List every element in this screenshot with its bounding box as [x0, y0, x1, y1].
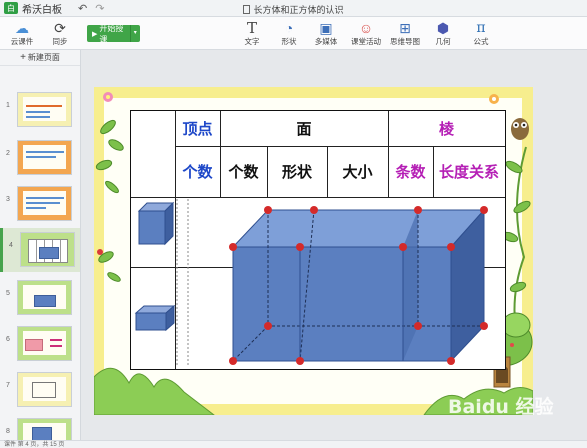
cloud-icon: ☁	[15, 20, 29, 36]
vertex-header: 顶点	[182, 120, 213, 138]
table-grid-line	[131, 267, 505, 268]
thumbnail-image	[17, 186, 72, 221]
geometry-label: 几何	[435, 37, 451, 46]
page-number: 5	[6, 290, 10, 297]
start-teaching-label: 开始授课	[99, 23, 124, 44]
play-icon: ▶	[92, 30, 98, 38]
shape-icon: ◔	[284, 20, 294, 36]
class-activity-label: 课堂活动	[351, 37, 381, 46]
table-grid-line	[131, 197, 505, 198]
formula-icon: π	[476, 20, 486, 36]
document-title: 长方体和正方体的认识	[0, 3, 587, 16]
page-number: 8	[6, 428, 10, 435]
vertex-count-label: 个数	[182, 163, 213, 181]
thumbnail-image	[17, 326, 72, 361]
edge-count-label: 条数	[395, 163, 426, 181]
class-activity-button[interactable]: ☺ 课堂活动	[346, 19, 386, 46]
formula-label: 公式	[473, 37, 489, 46]
page-thumbnail-8[interactable]: 8	[0, 414, 80, 440]
thumbnail-image	[17, 280, 72, 315]
toolbar: ☁ 云课件 ⟳ 同步 ▶ 开始授课 ▾ T 文字 ◔ 形状 ▣ 多媒体 ☺ 课堂…	[0, 17, 587, 50]
app-name[interactable]: 希沃白板	[22, 1, 62, 16]
redo-icon[interactable]: ↷	[95, 2, 104, 15]
face-size-label: 大小	[342, 163, 373, 181]
document-title-text: 长方体和正方体的认识	[253, 5, 344, 15]
app-logo-icon: 白	[4, 2, 18, 14]
formula-button[interactable]: π 公式	[461, 19, 501, 46]
activity-icon: ☺	[358, 20, 374, 36]
thumbnail-image	[17, 140, 72, 175]
mindmap-label: 思维导图	[390, 37, 420, 46]
undo-icon[interactable]: ↶	[78, 2, 87, 15]
shape-tool-button[interactable]: ◔ 形状	[269, 19, 309, 46]
page-thumbnail-6[interactable]: 6	[0, 322, 80, 366]
watermark: Baidu 经验	[448, 396, 554, 418]
thumbnail-image	[20, 232, 75, 267]
sync-button[interactable]: ⟳ 同步	[40, 19, 80, 46]
mindmap-button[interactable]: ⊞ 思维导图	[385, 19, 425, 46]
leaf-decoration-icon	[95, 119, 124, 282]
document-icon	[243, 5, 251, 14]
edge-length-label: 长度关系	[438, 163, 499, 181]
start-dropdown-icon[interactable]: ▾	[129, 25, 140, 42]
face-header: 面	[296, 120, 312, 138]
page-thumbnail-5[interactable]: 5	[0, 276, 80, 320]
sync-label: 同步	[52, 37, 68, 46]
page-thumbnail-2[interactable]: 2	[0, 136, 80, 180]
page-thumbnail-1[interactable]: 1	[0, 88, 80, 132]
page-thumbnail-4[interactable]: 4	[0, 228, 80, 272]
sync-icon: ⟳	[54, 20, 66, 36]
page-sidebar: + 新建页面 1 2 3 4 5 6 7 8	[0, 50, 81, 440]
media-button[interactable]: ▣ 多媒体	[306, 19, 346, 46]
text-tool-button[interactable]: T 文字	[232, 19, 272, 46]
start-teaching-button[interactable]: ▶ 开始授课 ▾	[87, 23, 140, 44]
page-number: 2	[6, 150, 10, 157]
grass-icon	[94, 367, 215, 415]
status-bar: 课件 第 4 页，共 15 页	[0, 440, 587, 448]
page-number: 4	[9, 242, 13, 249]
page-number: 3	[6, 196, 10, 203]
new-page-label: 新建页面	[27, 53, 60, 62]
geometry-button[interactable]: ⬢ 几何	[423, 19, 463, 46]
cloud-courseware-label: 云课件	[10, 37, 34, 46]
page-number: 6	[6, 336, 10, 343]
thumbnail-image	[17, 372, 72, 407]
geometry-icon: ⬢	[436, 20, 450, 36]
media-icon: ▣	[319, 20, 333, 36]
thumbnail-image	[17, 92, 72, 127]
shape-tool-label: 形状	[281, 37, 297, 46]
text-tool-label: 文字	[244, 37, 260, 46]
owl-icon	[511, 118, 529, 140]
text-icon: T	[246, 19, 257, 37]
face-shape-label: 形状	[281, 163, 312, 181]
title-bar: 白 希沃白板 ↶ ↷ 长方体和正方体的认识	[0, 0, 587, 17]
mindmap-icon: ⊞	[399, 20, 411, 36]
plus-icon: +	[20, 52, 26, 63]
new-page-button[interactable]: + 新建页面	[0, 50, 80, 66]
page-thumbnail-7[interactable]: 7	[0, 368, 80, 412]
cloud-courseware-button[interactable]: ☁ 云课件	[2, 19, 42, 46]
thumbnail-image	[17, 418, 72, 440]
ladybug-icon	[97, 249, 103, 255]
comparison-table[interactable]: 顶点 面 棱 个数 个数 形状 大小 条数 长度关系	[130, 110, 506, 370]
page-number: 1	[6, 102, 10, 109]
face-count-label: 个数	[228, 163, 259, 181]
page-thumbnail-3[interactable]: 3	[0, 182, 80, 226]
page-number: 7	[6, 382, 10, 389]
media-label: 多媒体	[314, 37, 338, 46]
edge-header: 棱	[438, 120, 454, 138]
